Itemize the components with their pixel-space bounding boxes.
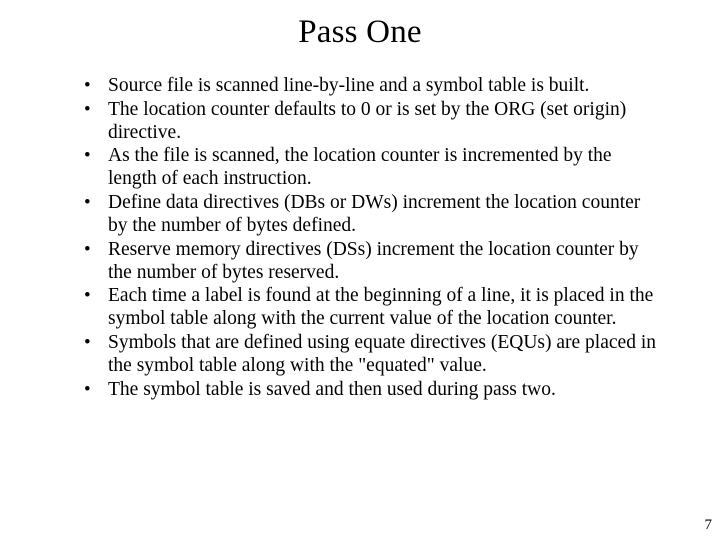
slide-title: Pass One [60,14,660,51]
list-item: Define data directives (DBs or DWs) incr… [84,192,660,238]
list-item: Source file is scanned line-by-line and … [84,75,660,98]
list-item: Reserve memory directives (DSs) incremen… [84,239,660,285]
bullet-list: Source file is scanned line-by-line and … [60,75,660,401]
list-item: As the file is scanned, the location cou… [84,145,660,191]
list-item: The symbol table is saved and then used … [84,379,660,402]
list-item: The location counter defaults to 0 or is… [84,99,660,145]
list-item: Symbols that are defined using equate di… [84,332,660,378]
page-number: 7 [705,517,713,534]
list-item: Each time a label is found at the beginn… [84,285,660,331]
slide: Pass One Source file is scanned line-by-… [0,0,720,540]
